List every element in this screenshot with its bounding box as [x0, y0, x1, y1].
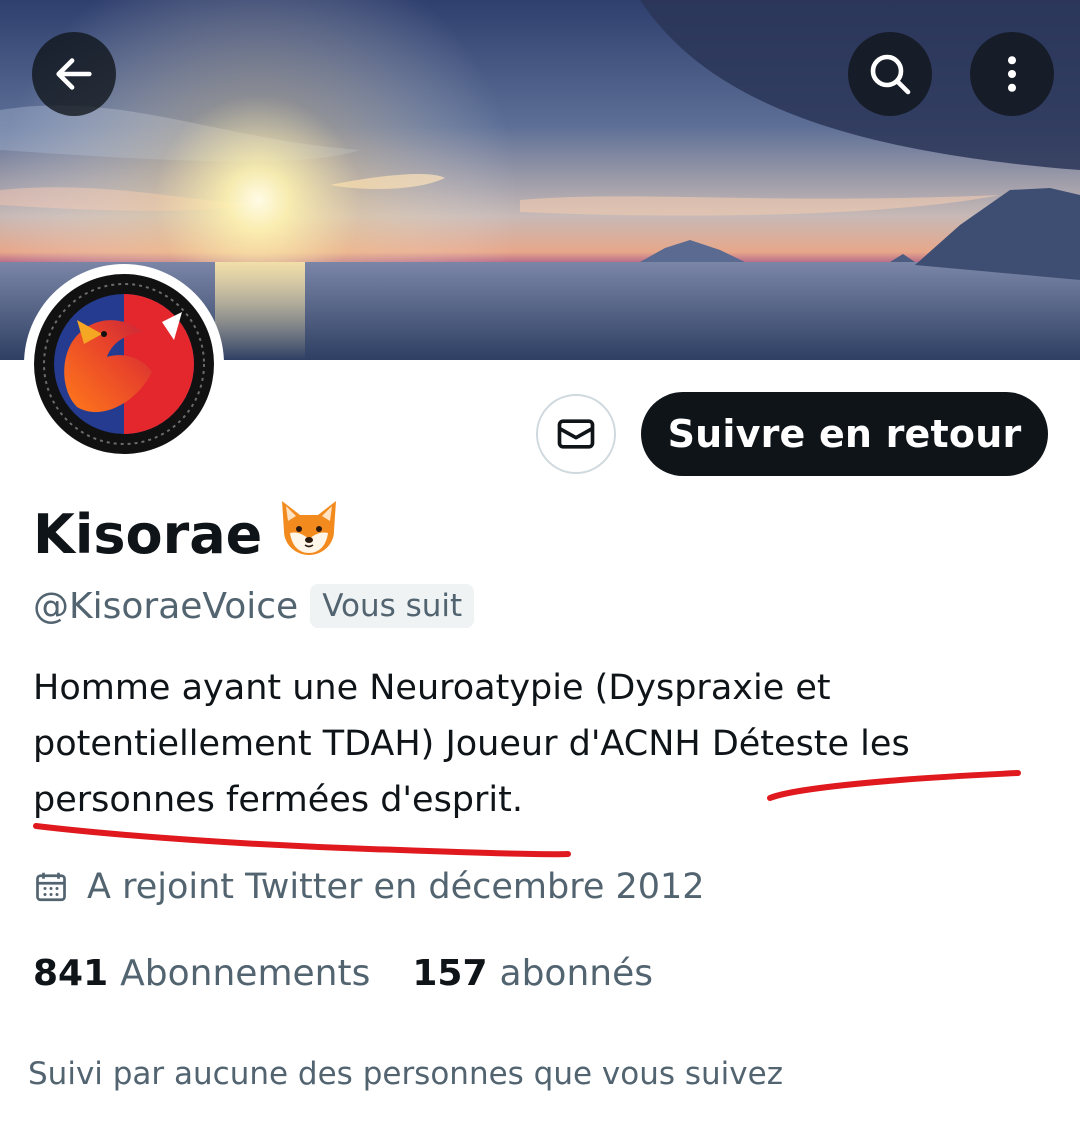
more-options-button[interactable]	[970, 32, 1054, 116]
joined-date-row: A rejoint Twitter en décembre 2012	[33, 860, 705, 914]
follow-back-button[interactable]: Suivre en retour	[641, 392, 1048, 476]
profile-avatar[interactable]	[24, 264, 224, 464]
display-name-text: Kisorae	[33, 502, 263, 566]
back-button[interactable]	[32, 32, 116, 116]
follow-stats: 841 Abonnements 157 abonnés	[33, 946, 695, 1000]
followers-stat[interactable]: 157 abonnés	[412, 953, 653, 994]
search-button[interactable]	[848, 32, 932, 116]
following-label: Abonnements	[120, 952, 371, 994]
followers-label: abonnés	[499, 952, 653, 994]
envelope-icon	[557, 419, 595, 449]
bio-line-2: potentiellement TDAH) Joueur d'ACNH Déte…	[33, 724, 910, 764]
handle-row: @KisoraeVoice Vous suit	[33, 580, 475, 632]
profile-page: Suivre en retour Kisorae @KisoraeVoice V…	[0, 0, 1080, 1138]
more-vertical-icon	[1007, 56, 1017, 92]
display-name: Kisorae	[33, 498, 342, 570]
user-handle: @KisoraeVoice	[33, 585, 299, 627]
following-stat[interactable]: 841 Abonnements	[33, 953, 370, 994]
following-count: 841	[33, 952, 109, 994]
bio-line-3: personnes fermées d'esprit.	[33, 780, 523, 820]
search-icon	[870, 54, 911, 95]
arrow-left-icon	[56, 58, 92, 90]
message-button[interactable]	[536, 394, 616, 474]
calendar-icon	[33, 869, 69, 905]
joined-date-text: A rejoint Twitter en décembre 2012	[87, 867, 705, 907]
follows-you-badge: Vous suit	[310, 584, 475, 628]
followers-count: 157	[412, 952, 488, 994]
bio-line-1: Homme ayant une Neuroatypie (Dyspraxie e…	[33, 668, 831, 708]
avatar-image	[34, 274, 214, 454]
fox-face-icon	[282, 500, 337, 555]
fox-face-emoji	[276, 497, 342, 572]
profile-bio: Homme ayant une Neuroatypie (Dyspraxie e…	[33, 660, 1033, 828]
followed-by-text: Suivi par aucune des personnes que vous …	[28, 1056, 783, 1092]
